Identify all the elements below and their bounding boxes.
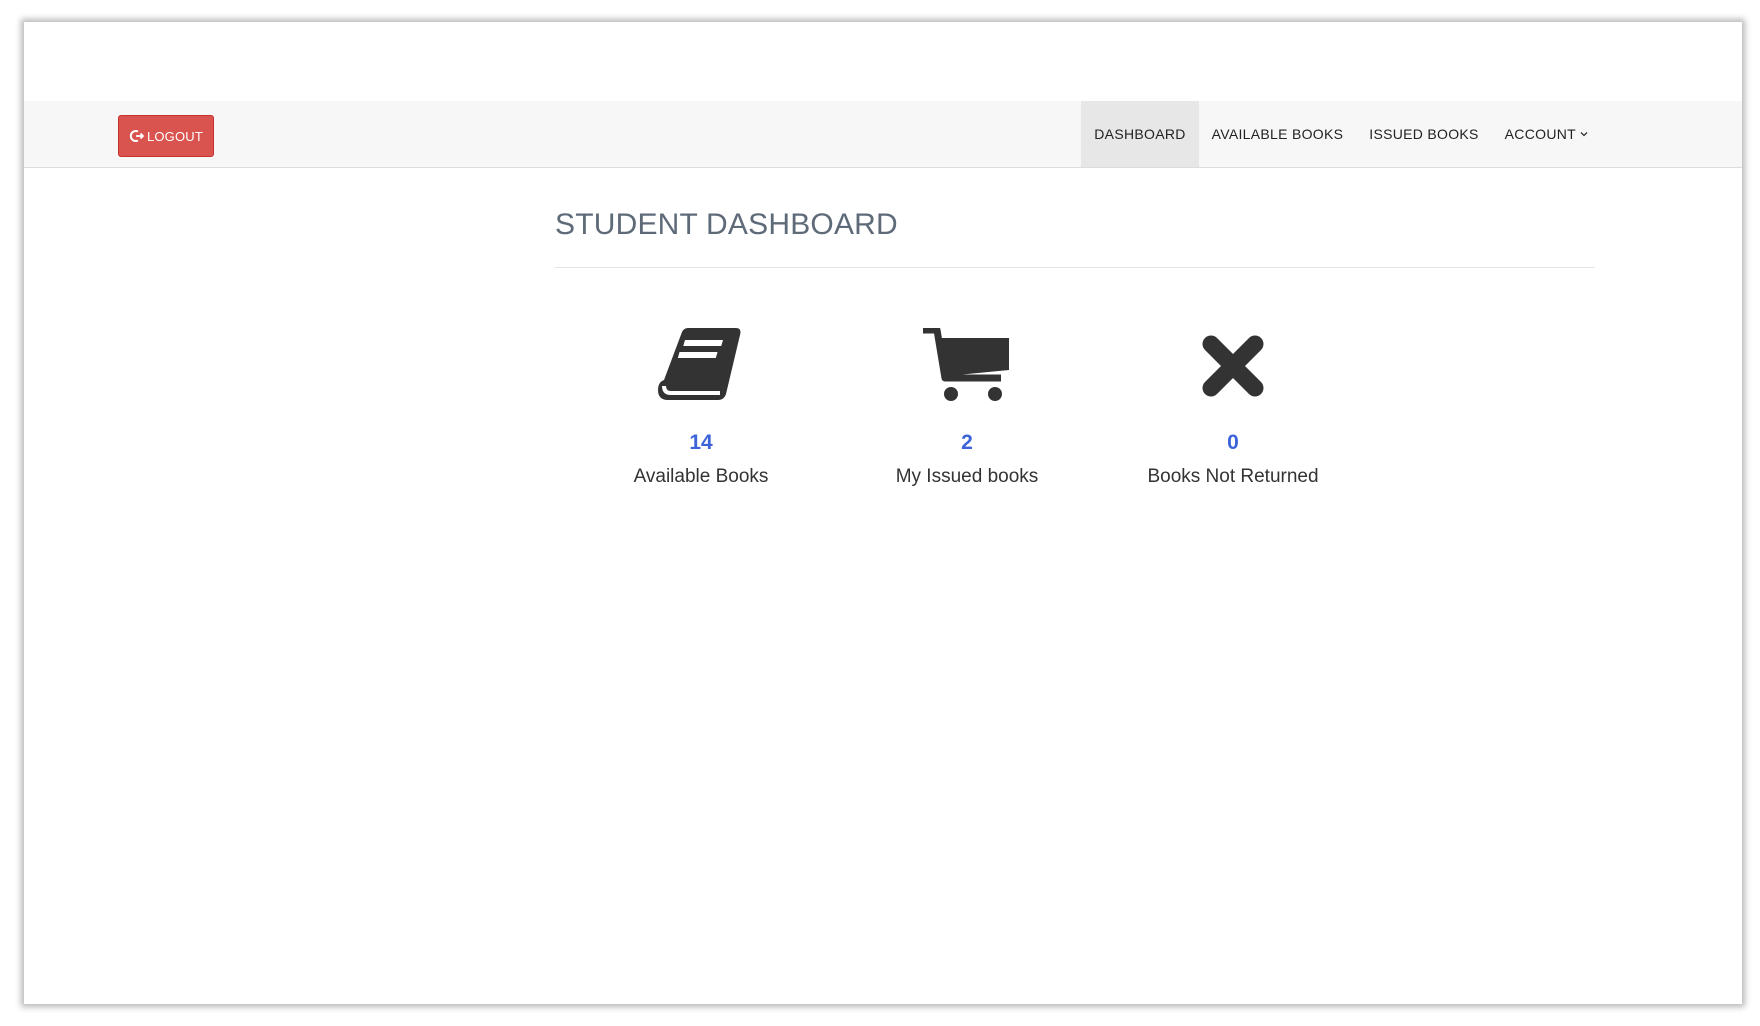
stat-label: My Issued books	[895, 466, 1039, 487]
top-navbar: LOGOUT DASHBOARD AVAILABLE BOOKS ISSUED …	[24, 101, 1742, 168]
nav-item-label: ISSUED BOOKS	[1369, 126, 1479, 142]
logout-button[interactable]: LOGOUT	[118, 115, 214, 157]
stat-books-not-returned: 0 Books Not Returned	[1113, 325, 1353, 488]
chevron-down-icon	[1579, 129, 1589, 139]
stat-available-books: 14 Available Books	[581, 325, 821, 488]
stat-count: 2	[961, 431, 973, 454]
nav-item-available-books[interactable]: AVAILABLE BOOKS	[1199, 101, 1357, 167]
logout-label: LOGOUT	[146, 128, 204, 144]
nav-item-label: DASHBOARD	[1094, 126, 1186, 142]
nav-item-issued-books[interactable]: ISSUED BOOKS	[1356, 101, 1491, 167]
sign-out-icon	[129, 128, 145, 144]
times-icon	[1113, 325, 1353, 407]
stat-count: 14	[689, 431, 713, 454]
book-icon	[581, 325, 821, 407]
title-divider	[555, 267, 1595, 268]
browser-window: LOGOUT DASHBOARD AVAILABLE BOOKS ISSUED …	[24, 22, 1742, 1004]
nav-menu: DASHBOARD AVAILABLE BOOKS ISSUED BOOKS A…	[1081, 101, 1602, 167]
page-title: STUDENT DASHBOARD	[555, 208, 898, 241]
stat-label: Books Not Returned	[1147, 466, 1319, 487]
stat-count: 0	[1227, 431, 1239, 454]
stat-label: Available Books	[633, 466, 769, 487]
nav-item-dashboard[interactable]: DASHBOARD	[1081, 101, 1199, 167]
cart-icon	[847, 325, 1087, 407]
nav-item-label: ACCOUNT	[1504, 126, 1576, 142]
nav-item-label: AVAILABLE BOOKS	[1211, 126, 1344, 142]
nav-item-account[interactable]: ACCOUNT	[1492, 101, 1602, 167]
stat-issued-books: 2 My Issued books	[847, 325, 1087, 488]
